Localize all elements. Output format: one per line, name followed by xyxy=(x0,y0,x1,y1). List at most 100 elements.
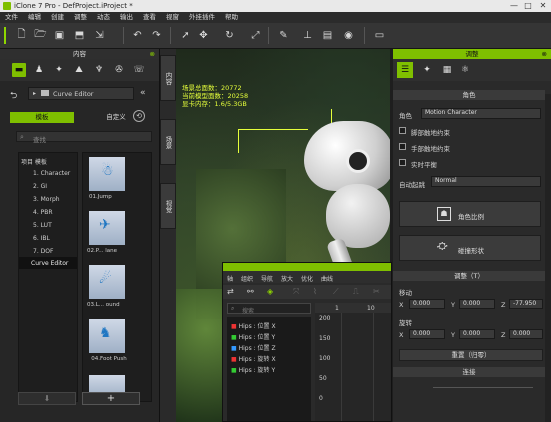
content-search-input[interactable]: ⌕ 查找 xyxy=(16,131,152,144)
linear-icon[interactable]: ⟋ xyxy=(333,287,339,297)
layers-icon[interactable]: ◈ xyxy=(267,287,273,296)
camera-icon[interactable]: ☏ xyxy=(132,63,146,77)
menu-file[interactable]: 文件 xyxy=(0,12,23,23)
minimize-button[interactable]: — xyxy=(507,0,521,12)
scrollbar[interactable] xyxy=(545,94,551,422)
auto-dropdown[interactable]: Normal xyxy=(431,176,541,187)
section-role[interactable]: 角色 xyxy=(393,90,545,100)
close-panel-icon[interactable]: ⊗ xyxy=(150,49,155,59)
menu-plugins[interactable]: 外挂插件 xyxy=(184,12,220,23)
distribute-icon[interactable]: ▤ xyxy=(320,28,335,43)
close-panel-icon[interactable]: ⊗ xyxy=(542,49,547,59)
section-link[interactable]: 连接 xyxy=(393,367,545,377)
tree-item[interactable]: 4. PBR xyxy=(33,209,53,216)
track-item[interactable]: ■ Hips : 位置 Y xyxy=(231,332,275,341)
maximize-button[interactable]: □ xyxy=(521,0,535,12)
redo-icon[interactable]: ↷ xyxy=(149,28,164,43)
step-icon[interactable]: ⎍ xyxy=(353,287,359,297)
tab-custom[interactable]: 自定义 xyxy=(98,112,134,123)
menu-animation[interactable]: 动态 xyxy=(92,12,115,23)
rotate-icon[interactable]: ↻ xyxy=(222,28,237,43)
scene-icon[interactable]: ⛰ xyxy=(72,63,86,77)
tree-item-selected[interactable]: Curve Editor xyxy=(19,257,77,269)
scale-icon[interactable]: ⤢ xyxy=(248,28,263,43)
menu-help[interactable]: 帮助 xyxy=(220,12,243,23)
menu-optimize[interactable]: 优化 xyxy=(301,274,313,283)
import-icon[interactable]: ⬒ xyxy=(72,28,87,43)
move-y-field[interactable]: 0.000 xyxy=(459,299,495,309)
collapse-icon[interactable]: « xyxy=(140,88,146,98)
arrange-icon[interactable]: ⇄ xyxy=(227,287,234,296)
menu-view[interactable]: 查看 xyxy=(138,12,161,23)
move-icon[interactable]: ✥ xyxy=(196,28,211,43)
align-icon[interactable]: ⊥ xyxy=(300,28,315,43)
motion-icon[interactable]: ✦ xyxy=(419,62,435,78)
add-button[interactable]: + xyxy=(82,392,140,405)
tree-icon[interactable]: ⚯ xyxy=(247,287,254,296)
character-proportion-button[interactable]: ☗ 角色比例 xyxy=(399,201,541,227)
prop-icon[interactable]: ♆ xyxy=(92,63,106,77)
undo-icon[interactable]: ↶ xyxy=(130,28,145,43)
settings-sliders-icon[interactable]: ☰ xyxy=(397,62,413,78)
motion-icon[interactable]: ✦ xyxy=(52,63,66,77)
tab-template[interactable]: 模板 xyxy=(10,112,74,123)
menu-organize[interactable]: 组织 xyxy=(241,274,253,283)
thumbnail-jump[interactable]: ☃ xyxy=(89,157,125,191)
key-icon[interactable]: ⤧ xyxy=(293,287,299,297)
back-icon[interactable]: ⮌ xyxy=(10,88,17,104)
download-button[interactable]: ⬇ xyxy=(18,392,76,405)
save-icon[interactable]: ▣ xyxy=(52,28,67,43)
curve-graph[interactable]: 1 10 200 150 100 50 0 xyxy=(315,303,391,421)
checker-icon[interactable]: ▦ xyxy=(439,62,455,78)
thumbnail-ground[interactable]: ☄ xyxy=(89,265,125,299)
tab-scene[interactable]: 场景 xyxy=(160,119,176,165)
menu-window[interactable]: 视窗 xyxy=(161,12,184,23)
rotate-x-field[interactable]: 0.000 xyxy=(409,329,445,339)
menu-curve[interactable]: 曲线 xyxy=(321,274,333,283)
tree-root[interactable]: 项目 模板 xyxy=(21,157,47,166)
tab-content[interactable]: 内容 xyxy=(160,55,176,101)
tree-item[interactable]: 7. DOF xyxy=(33,248,53,255)
export-icon[interactable]: ⇲ xyxy=(92,28,107,43)
menu-render[interactable]: 输出 xyxy=(115,12,138,23)
track-item[interactable]: ■ Hips : 旋转 X xyxy=(231,354,276,363)
section-adjust[interactable]: 调整（T） xyxy=(393,271,545,281)
hand-contact-checkbox[interactable] xyxy=(399,143,406,150)
history-icon[interactable]: ⟲ xyxy=(133,110,145,122)
robot-body[interactable] xyxy=(326,184,390,248)
close-button[interactable]: ✕ xyxy=(536,0,550,12)
open-folder-icon[interactable]: 🗁 xyxy=(33,28,48,43)
balance-checkbox[interactable] xyxy=(399,159,406,166)
menu-navigate[interactable]: 导航 xyxy=(261,274,273,283)
move-x-field[interactable]: 0.000 xyxy=(409,299,445,309)
physics-atom-icon[interactable]: ⚛ xyxy=(457,62,473,78)
tab-visual[interactable]: 视觉 xyxy=(160,183,176,229)
visibility-eye-icon[interactable]: ◉ xyxy=(341,28,356,43)
rotate-y-field[interactable]: 0.000 xyxy=(459,329,495,339)
thumbnail-footpush[interactable]: ♞ xyxy=(89,319,125,353)
rotate-z-field[interactable]: 0.000 xyxy=(509,329,543,339)
menu-edit[interactable]: 编辑 xyxy=(23,12,46,23)
paint-icon[interactable]: ✎ xyxy=(276,28,291,43)
thumbnail-plane[interactable]: ✈ xyxy=(89,211,125,245)
select-arrow-icon[interactable]: ➚ xyxy=(178,28,193,43)
menu-create[interactable]: 创建 xyxy=(46,12,69,23)
media-icon[interactable]: ✇ xyxy=(112,63,126,77)
slider-track[interactable] xyxy=(433,387,533,388)
avatar-icon[interactable]: ♟ xyxy=(32,63,46,77)
tree-item[interactable]: 1. Character xyxy=(33,170,70,177)
curve-search-input[interactable]: ⌕ 搜索 xyxy=(227,303,311,315)
path-box[interactable]: ▸ Curve Editor xyxy=(28,87,134,100)
break-icon[interactable]: ✂ xyxy=(373,287,380,296)
menu-axis[interactable]: 轴 xyxy=(227,274,233,283)
tree-item[interactable]: 2. GI xyxy=(33,183,47,190)
tree-item[interactable]: 5. LUT xyxy=(33,222,52,229)
tangent-icon[interactable]: ⌇ xyxy=(313,287,317,296)
track-item[interactable]: ■ Hips : 位置 Z xyxy=(231,343,276,352)
move-z-field[interactable]: -77.950 xyxy=(509,299,543,309)
panel-toggle-icon[interactable]: ▭ xyxy=(372,28,387,43)
track-item[interactable]: ■ Hips : 旋转 Y xyxy=(231,365,275,374)
new-file-icon[interactable]: 🗋 xyxy=(14,28,29,43)
tree-item[interactable]: 3. Morph xyxy=(33,196,60,203)
collision-shape-button[interactable]: ⛮ 碰撞形状 xyxy=(399,235,541,261)
